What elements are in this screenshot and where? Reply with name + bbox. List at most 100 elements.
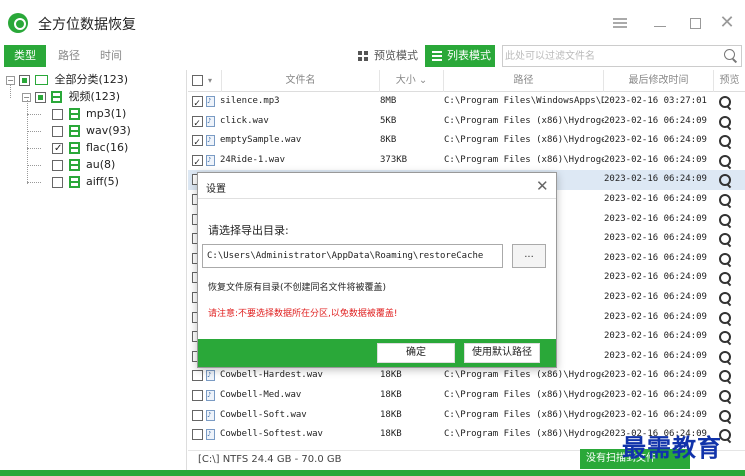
preview-magnifier-icon[interactable] (719, 194, 731, 206)
preview-magnifier-icon[interactable] (719, 154, 731, 167)
header-name[interactable]: 文件名 (222, 70, 380, 92)
menu-icon[interactable] (609, 12, 631, 34)
checkbox-flac[interactable] (52, 141, 63, 157)
preview-magnifier-icon[interactable] (719, 292, 731, 304)
filter-input[interactable] (505, 47, 715, 65)
list-mode-button[interactable]: 列表模式 (425, 45, 495, 67)
row-checkbox[interactable] (192, 114, 203, 133)
tree-item-wav[interactable]: wav(93) (52, 123, 131, 139)
preview-magnifier-icon[interactable] (719, 390, 731, 402)
dialog-close-icon[interactable]: ✕ (536, 177, 549, 195)
preview-magnifier-icon[interactable] (719, 252, 731, 265)
app-window: 全方位数据恢复 ✕ 类型 路径 时间 预览模式 列表模式 此处可以过滤文件名 −… (0, 0, 745, 476)
file-modified: 2023-02-16 06:24:09 (604, 409, 707, 420)
keep-structure-option[interactable]: 恢复文件原有目录(不创建同名文件将被覆盖) (208, 280, 386, 293)
table-row[interactable]: silence.mp3 8MB C:\Program Files\WindowsAp… (188, 92, 745, 113)
preview-magnifier-icon[interactable] (719, 370, 731, 383)
row-checkbox[interactable] (192, 94, 203, 113)
tree-item-wav-label: wav(93) (86, 124, 131, 137)
file-modified: 2023-02-16 06:24:09 (604, 331, 707, 342)
file-modified: 2023-02-16 06:24:09 (604, 233, 707, 244)
preview-magnifier-icon[interactable] (719, 350, 731, 363)
file-name: Cowbell-Softest.wav (220, 429, 323, 440)
tab-time[interactable]: 时间 (94, 45, 128, 67)
file-modified: 2023-02-16 06:24:09 (604, 311, 707, 322)
table-row[interactable]: Cowbell-Hardest.wav 18KB C:\Program Files … (188, 366, 745, 386)
file-modified: 2023-02-16 06:24:09 (604, 292, 707, 302)
preview-magnifier-icon[interactable] (719, 311, 731, 324)
tree-item-all-label: 全部分类(123) (54, 73, 129, 86)
checkbox-all[interactable] (18, 74, 30, 86)
preview-magnifier-icon[interactable] (719, 272, 731, 285)
row-checkbox[interactable] (192, 133, 203, 152)
table-row[interactable]: emptySample.wav 8KB C:\Program Files (x86)… (188, 131, 745, 152)
close-icon[interactable]: ✕ (716, 12, 738, 34)
ok-button[interactable]: 确定 (377, 343, 455, 363)
preview-magnifier-icon[interactable] (719, 174, 731, 187)
disk-info: [C:\] NTFS 24.4 GB - 70.0 GB (198, 454, 342, 465)
file-path: C:\Program Files (x86)\Hydrogen (444, 370, 604, 381)
tab-type[interactable]: 类型 (4, 45, 46, 67)
collapse-icon[interactable]: − (22, 92, 31, 102)
tree-item-video[interactable]: − 视频(123) (22, 89, 120, 105)
table-row[interactable]: Cowbell-Soft.wav 18KB C:\Program Files (x8… (188, 406, 745, 426)
checkbox-video[interactable] (34, 91, 46, 103)
preview-magnifier-icon[interactable] (719, 213, 731, 226)
table-row[interactable]: Cowbell-Med.wav 18KB C:\Program Files (x86… (188, 386, 745, 406)
file-size: 5KB (380, 115, 397, 126)
preview-magnifier-icon[interactable] (719, 233, 731, 246)
file-path: C:\Program Files (x86)\Hydrogen (444, 429, 604, 440)
file-path: C:\Program Files\WindowsApps\De (444, 96, 604, 106)
list-mode-label: 列表模式 (447, 49, 491, 62)
use-default-path-button[interactable]: 使用默认路径 (464, 343, 540, 363)
film-icon (68, 142, 80, 154)
file-size: 18KB (380, 390, 402, 400)
table-row[interactable]: 24Ride-1.wav 373KB C:\Program Files (x86)\… (188, 151, 745, 172)
checkbox-aiff[interactable] (52, 176, 63, 188)
file-name: emptySample.wav (220, 135, 302, 146)
preview-mode-button[interactable]: 预览模式 (352, 45, 420, 67)
file-path: C:\Program Files (x86)\Hydrogen (444, 154, 604, 165)
row-checkbox[interactable] (192, 370, 203, 382)
checkbox-mp3[interactable] (52, 108, 63, 120)
header-size[interactable]: 大小 ⌄ (380, 70, 444, 92)
tab-path[interactable]: 路径 (52, 45, 86, 67)
checkbox-wav[interactable] (52, 125, 63, 137)
header-path[interactable]: 路径 (444, 70, 604, 92)
preview-magnifier-icon[interactable] (719, 331, 731, 344)
table-row[interactable]: click.wav 5KB C:\Program Files (x86)\Hydro… (188, 112, 745, 133)
maximize-icon[interactable] (684, 12, 706, 34)
checkbox-au[interactable] (52, 159, 63, 171)
header-modified[interactable]: 最后修改时间 (604, 70, 714, 92)
toolbar: 类型 路径 时间 预览模式 列表模式 (0, 44, 745, 70)
warning-text: 请注意:不要选择数据所在分区,以免数据被覆盖! (208, 309, 398, 319)
row-checkbox[interactable] (192, 429, 203, 441)
monitor-icon (35, 75, 48, 85)
preview-magnifier-icon[interactable] (719, 115, 731, 128)
export-path-input[interactable] (202, 244, 503, 268)
minimize-icon[interactable] (650, 12, 672, 34)
tree-item-aiff[interactable]: aiff(5) (52, 174, 119, 190)
tree-item-au[interactable]: au(8) (52, 157, 115, 173)
preview-magnifier-icon[interactable] (719, 135, 731, 148)
audio-file-icon (206, 151, 215, 170)
tree-item-all[interactable]: − 全部分类(123) (6, 72, 128, 88)
tree-item-mp3[interactable]: mp3(1) (52, 106, 126, 122)
row-checkbox[interactable] (192, 409, 203, 421)
preview-magnifier-icon[interactable] (719, 96, 731, 108)
tree-item-flac[interactable]: flac(16) (52, 140, 128, 157)
chevron-down-icon[interactable]: ▾ (208, 70, 212, 92)
preview-magnifier-icon[interactable] (719, 409, 731, 422)
file-size: 18KB (380, 409, 402, 420)
select-all-header[interactable]: ▾ (188, 70, 222, 92)
dialog-header: 设置 ✕ (198, 173, 556, 199)
row-checkbox[interactable] (192, 390, 203, 401)
file-modified: 2023-02-16 06:24:09 (604, 135, 707, 146)
search-icon[interactable] (724, 49, 737, 62)
file-size: 18KB (380, 429, 402, 440)
browse-button[interactable]: ... (512, 244, 546, 268)
row-checkbox[interactable] (192, 153, 203, 172)
select-all-checkbox[interactable] (192, 75, 203, 86)
collapse-icon[interactable]: − (6, 75, 15, 85)
film-icon (68, 108, 80, 120)
